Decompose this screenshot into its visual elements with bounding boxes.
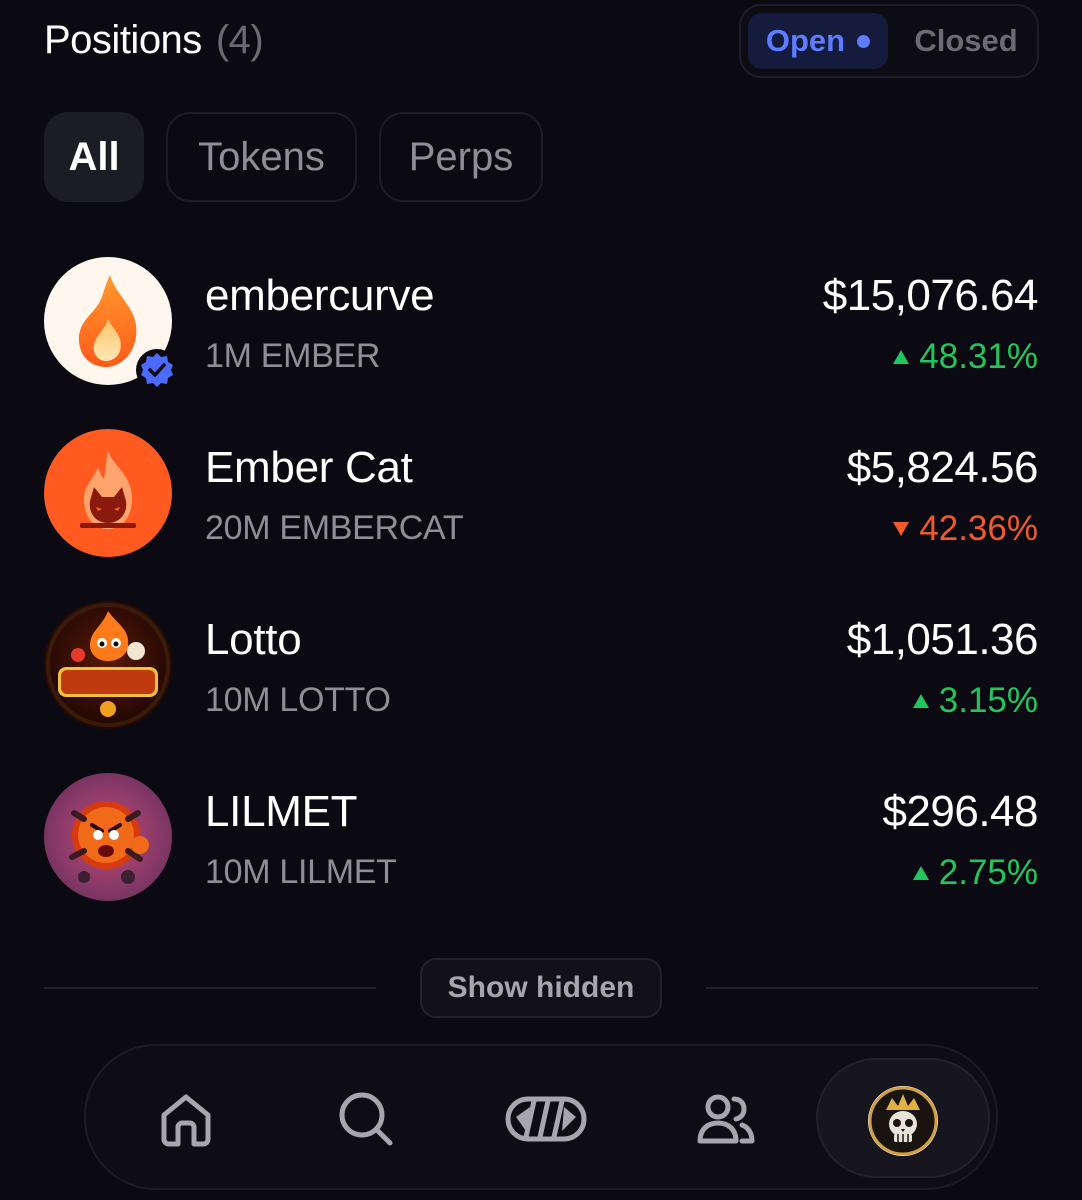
divider-right <box>706 987 1038 989</box>
home-icon <box>161 1094 211 1147</box>
up-arrow-icon <box>912 694 929 708</box>
token-name: Lotto <box>205 615 302 664</box>
token-name: Ember Cat <box>205 443 413 492</box>
title-text: Positions <box>44 18 202 62</box>
divider-left <box>44 987 376 989</box>
nav-trade[interactable] <box>486 1046 606 1192</box>
position-row-lilmet[interactable]: LILMET 10M LILMET $296.48 2.75% <box>44 773 1038 903</box>
positions-header: Positions (4) Open Closed <box>44 0 1039 84</box>
token-name: LILMET <box>205 787 358 836</box>
filter-chips: All Tokens Perps <box>44 112 543 202</box>
position-row-embercurve[interactable]: embercurve 1M EMBER $15,076.64 48.31% <box>44 257 1039 391</box>
position-row-ember-cat[interactable]: Ember Cat 20M EMBERCAT $5,824.56 42.36% <box>44 429 1039 559</box>
open-tab[interactable]: Open <box>748 13 888 69</box>
price-change: 48.31% <box>893 337 1038 377</box>
active-dot-icon <box>857 34 871 48</box>
closed-label: Closed <box>914 23 1018 58</box>
price-change: 2.75% <box>912 853 1038 893</box>
position-value: $296.48 <box>882 787 1038 836</box>
lotto-logo-icon <box>44 601 172 729</box>
angry-meteor-icon <box>44 773 172 901</box>
nav-social[interactable] <box>666 1046 786 1192</box>
position-value: $1,051.36 <box>846 615 1039 664</box>
fire-cat-icon <box>44 429 172 557</box>
positions-count: (4) <box>215 18 264 62</box>
people-icon <box>697 1094 755 1144</box>
filter-all[interactable]: All <box>44 112 144 202</box>
nav-home[interactable] <box>126 1046 246 1192</box>
open-closed-toggle: Open Closed <box>739 4 1039 78</box>
price-change: 3.15% <box>912 681 1038 721</box>
position-value: $5,824.56 <box>846 443 1039 492</box>
closed-tab[interactable]: Closed <box>901 13 1031 69</box>
up-arrow-icon <box>912 866 929 880</box>
bottom-nav <box>84 1044 998 1190</box>
show-hidden-button[interactable]: Show hidden <box>420 958 662 1018</box>
up-arrow-icon <box>893 350 910 364</box>
filter-tokens[interactable]: Tokens <box>166 112 357 202</box>
price-change: 42.36% <box>893 509 1038 549</box>
token-quantity: 10M LOTTO <box>205 681 391 719</box>
position-row-lotto[interactable]: Lotto 10M LOTTO $1,051.36 3.15% <box>44 601 1039 731</box>
change-percent: 3.15% <box>938 681 1038 720</box>
token-quantity: 10M LILMET <box>205 853 397 891</box>
token-name: embercurve <box>205 271 435 320</box>
page-title: Positions (4) <box>44 18 264 63</box>
change-percent: 2.75% <box>938 853 1038 892</box>
change-percent: 42.36% <box>919 509 1038 548</box>
down-arrow-icon <box>893 522 910 536</box>
search-icon <box>339 1092 393 1146</box>
position-value: $15,076.64 <box>822 271 1039 320</box>
token-quantity: 20M EMBERCAT <box>205 509 464 547</box>
token-quantity: 1M EMBER <box>205 337 381 375</box>
verified-badge-icon <box>136 349 178 391</box>
trade-icon <box>505 1096 587 1142</box>
nav-search[interactable] <box>306 1046 426 1192</box>
open-label: Open <box>765 23 846 58</box>
profile-avatar[interactable] <box>868 1086 938 1156</box>
filter-perps[interactable]: Perps <box>379 112 543 202</box>
change-percent: 48.31% <box>919 337 1038 376</box>
